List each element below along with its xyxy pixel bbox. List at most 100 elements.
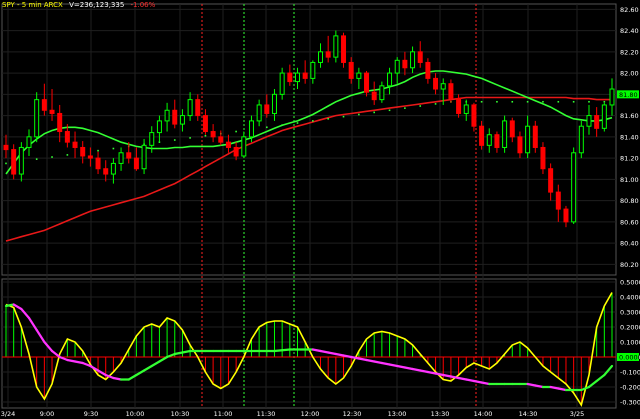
dotted-moving-average-dot xyxy=(557,100,560,103)
signal-line-segment xyxy=(342,354,353,359)
candle-body xyxy=(187,99,193,117)
time-tick-label: 14:00 xyxy=(474,410,493,418)
candle-body xyxy=(133,157,139,170)
candle-body xyxy=(49,109,55,114)
signal-line-segment xyxy=(20,307,31,320)
time-tick-label: 10:00 xyxy=(126,410,145,418)
candle-body xyxy=(118,152,124,164)
candle-body xyxy=(578,125,584,154)
dotted-moving-average-dot xyxy=(434,103,437,105)
time-tick-label: 12:00 xyxy=(301,410,320,418)
candle-body xyxy=(26,136,32,148)
candle-body xyxy=(271,93,277,114)
macd-tick-label: -0.3000 xyxy=(620,399,640,407)
candle-body xyxy=(256,104,262,122)
signal-line-segment xyxy=(373,360,383,365)
candle-body xyxy=(103,168,109,175)
candle-body xyxy=(18,146,24,175)
candle-body xyxy=(126,152,132,159)
dotted-moving-average-dot xyxy=(189,137,191,139)
price-panel xyxy=(3,30,615,242)
signal-line-segment xyxy=(334,352,345,357)
dotted-moving-average-dot xyxy=(480,100,483,103)
candle-body xyxy=(233,146,239,157)
signal-line-segment xyxy=(595,373,606,383)
signal-line-segment xyxy=(319,349,330,354)
candle-body xyxy=(440,83,446,90)
signal-line-segment xyxy=(426,370,437,375)
dotted-moving-average-dot xyxy=(204,134,207,137)
signal-line-segment xyxy=(403,366,414,371)
candle-body xyxy=(141,144,147,170)
dotted-moving-average-dot xyxy=(603,100,606,103)
dotted-moving-average-dot xyxy=(296,122,299,124)
candle-body xyxy=(11,149,17,175)
signal-line-segment xyxy=(158,355,169,363)
candle-body xyxy=(279,72,285,95)
candle-body xyxy=(448,83,454,100)
candle-body xyxy=(356,72,362,79)
candle-body xyxy=(486,134,492,146)
signal-line-segment xyxy=(534,384,545,389)
candle-body xyxy=(95,157,101,170)
dotted-moving-average-dot xyxy=(35,158,38,160)
signal-line-segment xyxy=(603,364,614,377)
candle-body xyxy=(80,146,86,157)
signal-line-segment xyxy=(388,363,399,368)
candle-body xyxy=(348,61,354,79)
candle-body xyxy=(302,72,308,79)
signal-line-segment xyxy=(396,364,406,369)
dotted-moving-average-dot xyxy=(51,156,53,158)
candle-body xyxy=(248,120,254,138)
grid-lines xyxy=(1,3,617,409)
candle-body xyxy=(586,115,592,127)
candle-body xyxy=(509,120,515,138)
candle-body xyxy=(402,59,408,69)
signal-line-segment xyxy=(273,349,284,353)
candle-body xyxy=(463,104,469,114)
price-tick-label: 82.40 xyxy=(620,27,639,35)
dotted-moving-average-dot xyxy=(5,162,7,165)
candle-body xyxy=(202,115,208,133)
candle-body xyxy=(517,136,523,154)
candle-body xyxy=(456,98,462,114)
candle-body xyxy=(594,115,600,129)
time-tick-label: 10:30 xyxy=(171,410,190,418)
candle-body xyxy=(563,208,569,223)
candle-body xyxy=(264,104,270,114)
signal-line-segment xyxy=(281,348,291,352)
dotted-moving-average-dot xyxy=(373,111,376,114)
candle-body xyxy=(156,120,162,134)
macd-tick-label: 0.3000 xyxy=(620,309,640,317)
signal-line-segment xyxy=(43,340,54,353)
price-tick-label: 80.40 xyxy=(620,240,639,248)
dotted-moving-average-dot xyxy=(542,100,544,103)
candle-body xyxy=(3,144,9,151)
session-markers xyxy=(201,4,477,408)
time-tick-label: 12:30 xyxy=(343,410,362,418)
signal-line-segment xyxy=(557,387,568,392)
macd-tick-label: 0.5000 xyxy=(620,279,640,287)
candle-body xyxy=(425,61,431,79)
dotted-moving-average-dot xyxy=(235,130,237,133)
price-chart: 82.60 82.40 82.20 82.00 81.80 81.60 81.40 81.20… xyxy=(1,3,640,418)
candle-body xyxy=(195,99,201,117)
candle-body xyxy=(57,112,63,133)
candle-body xyxy=(318,51,324,63)
signal-line-segment xyxy=(587,379,598,389)
time-tick-label: 3/24 xyxy=(1,410,16,418)
candle-body xyxy=(164,109,170,122)
candle-body xyxy=(333,35,339,58)
signal-line-segment xyxy=(434,372,445,377)
macd-panel xyxy=(2,292,616,407)
time-tick-label: 9:30 xyxy=(84,410,99,418)
dotted-moving-average-dot xyxy=(173,139,176,141)
time-tick-label: 3/25 xyxy=(570,410,585,418)
macd-tick-label: 0.4000 xyxy=(620,294,640,302)
candle-body xyxy=(471,104,477,127)
signal-line-segment xyxy=(96,369,107,377)
candle-body xyxy=(87,155,93,159)
candle-body xyxy=(149,132,155,146)
dotted-moving-average-dot xyxy=(312,120,314,122)
dotted-moving-average-dot xyxy=(342,115,345,118)
